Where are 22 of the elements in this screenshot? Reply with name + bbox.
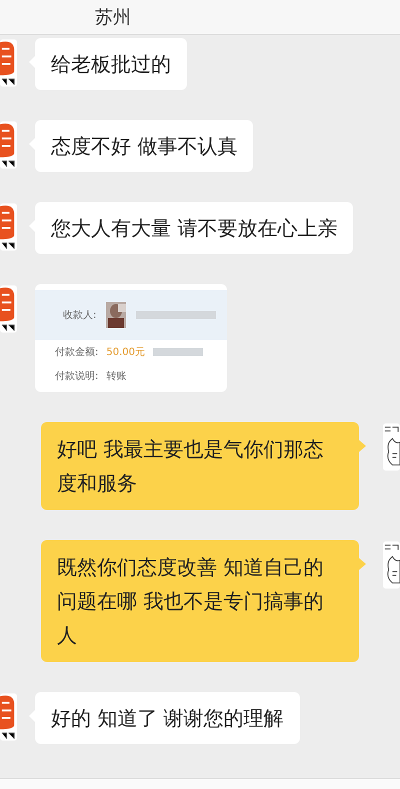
shop-avatar-icon bbox=[0, 692, 17, 742]
message-bubble: 好的 知道了 谢谢您的理解 bbox=[35, 692, 300, 744]
message-bubble: 好吧 我最主要也是气你们那态度和服务 bbox=[41, 422, 359, 510]
message-bubble: 给老板批过的 bbox=[35, 38, 187, 90]
chat-title: 苏州 bbox=[95, 6, 131, 29]
message-bubble: 您大人有大量 请不要放在心上亲 bbox=[35, 202, 354, 254]
amount-value: 50.00元 bbox=[106, 346, 146, 359]
note-value: 转账 bbox=[106, 370, 126, 383]
shop-avatar-icon bbox=[0, 202, 17, 252]
bubble-tail bbox=[359, 558, 366, 570]
shop-avatar-icon bbox=[0, 284, 17, 334]
message-bubble: 既然你们态度改善 知道自己的问题在哪 我也不是专门搞事的人 bbox=[41, 540, 359, 662]
cat-avatar-icon bbox=[383, 540, 400, 590]
note-label: 付款说明: bbox=[55, 370, 98, 383]
blurred-text bbox=[153, 348, 204, 356]
cat-avatar-icon bbox=[383, 422, 400, 472]
shop-avatar-icon bbox=[0, 38, 17, 88]
payee-label: 收款人: bbox=[63, 309, 96, 322]
bubble-tail bbox=[359, 440, 366, 452]
shop-avatar-icon bbox=[0, 120, 17, 170]
message-bubble: 态度不好 做事不认真 bbox=[35, 120, 254, 172]
amount-label: 付款金额: bbox=[55, 346, 98, 359]
